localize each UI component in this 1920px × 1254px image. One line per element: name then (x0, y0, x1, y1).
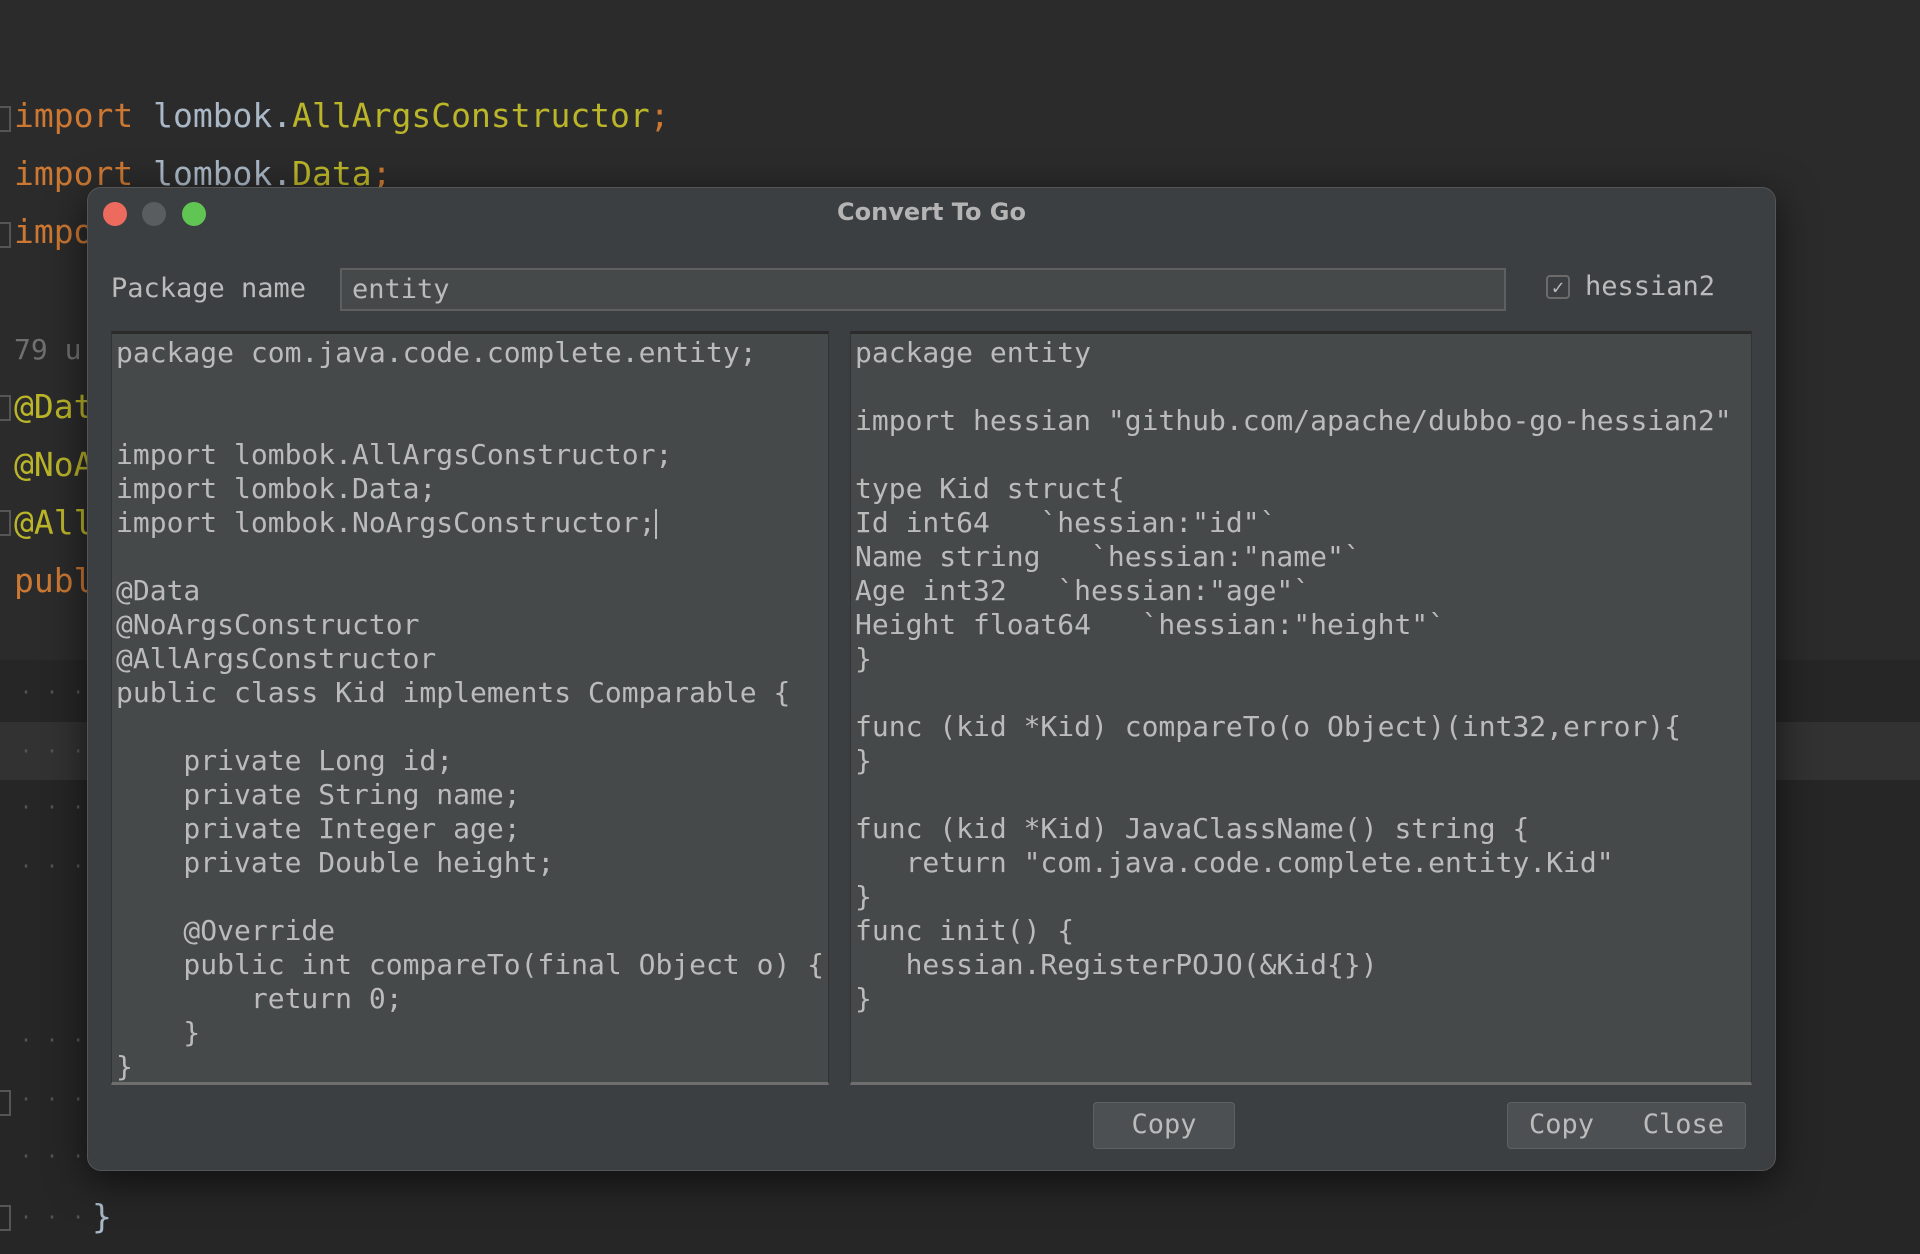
editor-line: import lombok.AllArgsConstructor; (14, 96, 670, 136)
code-line: func (kid *Kid) compareTo(o Object)(int3… (855, 710, 1682, 743)
code-line: private Double height; (116, 846, 555, 879)
code-line: import lombok.NoArgsConstructor; (116, 506, 658, 539)
code-line: } (855, 744, 872, 777)
code-line: import lombok.AllArgsConstructor; (116, 438, 673, 471)
code-line: } (855, 982, 872, 1015)
code-line: package entity (855, 336, 1092, 369)
keyword: impo (14, 212, 94, 251)
keyword: import (14, 96, 134, 135)
dialog-title: Convert To Go (837, 198, 1026, 226)
hessian2-checkbox[interactable]: ✓ (1546, 275, 1570, 299)
fold-marker-icon[interactable] (0, 222, 11, 248)
fold-marker-icon[interactable] (0, 1090, 11, 1116)
copy-button[interactable]: Copy (1093, 1102, 1235, 1149)
class-declaration-line: publ (14, 561, 94, 600)
copy-close-button[interactable]: Copy Close (1507, 1102, 1746, 1149)
code-line: return 0; (116, 982, 403, 1015)
code-line: public int compareTo(final Object o) { (116, 948, 825, 981)
code-line: Id int64 `hessian:"id"` (855, 506, 1277, 539)
code-line: Name string `hessian:"name"` (855, 540, 1361, 573)
editor-line: impo (14, 212, 93, 252)
code-line: @NoArgsConstructor (116, 608, 420, 641)
fold-marker-icon[interactable] (0, 106, 11, 132)
convert-to-go-dialog: Convert To Go Package name entity ✓ hess… (87, 187, 1776, 1171)
code-line: hessian.RegisterPOJO(&Kid{}) (855, 948, 1378, 981)
code-line: import hessian "github.com/apache/dubbo-… (855, 404, 1732, 437)
code-line: } (116, 1050, 133, 1083)
code-line: } (855, 880, 872, 913)
hessian2-label[interactable]: hessian2 (1585, 271, 1715, 302)
usages-hint[interactable]: 79 u (14, 330, 81, 370)
code-line: } (116, 1016, 201, 1049)
code-line: public class Kid implements Comparable { (116, 676, 791, 709)
semicolon: ; (649, 96, 670, 135)
code-line: import lombok.Data; (116, 472, 437, 505)
go-code-content: package entity import hessian "github.com… (855, 336, 1732, 1016)
code-line: Height float64 `hessian:"height"` (855, 608, 1446, 641)
annotation-line: @Dat (14, 387, 94, 426)
code-line: type Kid struct{ (855, 472, 1125, 505)
class-name: AllArgsConstructor (292, 96, 650, 135)
fold-marker-icon[interactable] (0, 510, 11, 536)
identifier: lombok. (133, 96, 293, 135)
code-line: private String name; (116, 778, 521, 811)
code-line: package com.java.code.complete.entity; (116, 336, 757, 369)
annotation-line: @All (14, 503, 94, 542)
code-line: @Data (116, 574, 201, 607)
fold-marker-icon[interactable] (0, 395, 11, 421)
code-line: } (855, 642, 872, 675)
code-line: @Override (116, 914, 336, 947)
text-caret (655, 509, 658, 539)
go-code-textarea[interactable]: package entity import hessian "github.com… (850, 331, 1752, 1085)
package-name-label: Package name (111, 273, 307, 304)
java-code-content: package com.java.code.complete.entity; im… (116, 336, 825, 1083)
code-line: func init() { (855, 914, 1075, 947)
closing-brace: } (92, 1197, 112, 1236)
checkmark-icon: ✓ (1551, 275, 1565, 299)
code-line: Age int32 `hessian:"age"` (855, 574, 1311, 607)
package-name-input[interactable]: entity (340, 268, 1506, 311)
java-code-textarea[interactable]: package com.java.code.complete.entity; im… (111, 331, 829, 1085)
code-line: private Integer age; (116, 812, 521, 845)
fold-marker-icon[interactable] (0, 1205, 11, 1231)
annotation-line: @NoA (14, 445, 94, 484)
code-line: @AllArgsConstructor (116, 642, 437, 675)
code-line: return "com.java.code.complete.entity.Ki… (855, 846, 1614, 879)
code-line: func (kid *Kid) JavaClassName() string { (855, 812, 1530, 845)
code-line: private Long id; (116, 744, 454, 777)
